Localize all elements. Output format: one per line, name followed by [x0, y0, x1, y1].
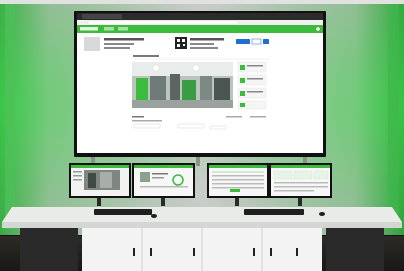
monitor-1	[69, 163, 131, 198]
mouse-left	[151, 214, 157, 218]
monitor-3	[207, 163, 269, 198]
camera-image	[132, 62, 233, 108]
wall-display	[74, 11, 326, 157]
keyboard-right	[244, 209, 304, 215]
monitor-4	[269, 163, 332, 198]
qr-code	[175, 37, 187, 49]
primary-button	[236, 39, 250, 44]
control-room-photo	[0, 0, 404, 271]
desk	[2, 207, 402, 271]
monitor-2	[132, 163, 195, 198]
mouse-right	[319, 212, 325, 216]
keyboard-left	[94, 209, 152, 215]
